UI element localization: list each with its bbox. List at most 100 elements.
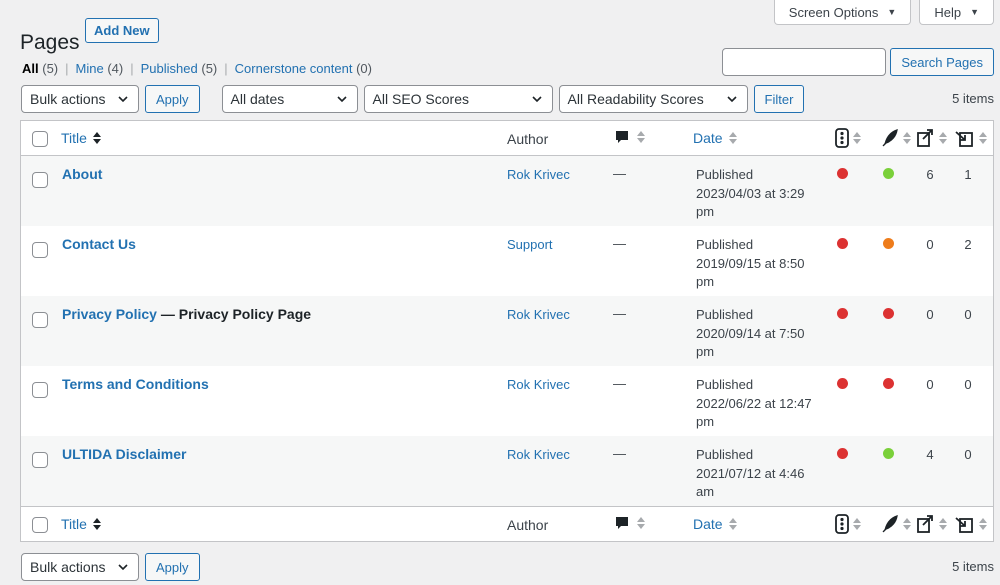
- sort-incoming-links[interactable]: [955, 514, 987, 534]
- sort-readability-score[interactable]: [881, 128, 911, 148]
- page-title-link[interactable]: About: [62, 166, 102, 182]
- tablenav-top: Bulk actions Apply All dates All SEO Sco…: [21, 85, 805, 113]
- table-row: Terms and Conditions Rok Krivec — Published…: [21, 366, 993, 436]
- outgoing-links-icon: [917, 515, 933, 533]
- date-status: Published: [696, 447, 754, 462]
- column-author: Author: [507, 131, 549, 147]
- sort-indicator-icon: [92, 132, 101, 144]
- date-value: 2019/09/15 at 8:50: [696, 255, 805, 271]
- row-checkbox[interactable]: [32, 452, 48, 468]
- items-count: 5 items: [952, 91, 994, 106]
- view-cornerstone[interactable]: Cornerstone content (0): [235, 61, 372, 76]
- dates-select[interactable]: All dates: [221, 85, 358, 113]
- date-cell: Published 2021/07/12 at 4:46 am: [696, 446, 826, 502]
- readability-score-dot: [883, 448, 894, 459]
- page-title-link[interactable]: Terms and Conditions: [62, 376, 209, 392]
- author-link[interactable]: Rok Krivec: [507, 167, 570, 182]
- row-checkbox[interactable]: [32, 242, 48, 258]
- sort-outgoing-links[interactable]: [915, 514, 947, 534]
- row-checkbox[interactable]: [32, 382, 48, 398]
- screen-options-label: Screen Options: [788, 4, 879, 20]
- sort-incoming-links[interactable]: [955, 128, 987, 148]
- sort-indicator-icon: [939, 518, 947, 530]
- sort-seo-score[interactable]: [835, 128, 861, 148]
- help-button[interactable]: Help ▼: [919, 0, 994, 25]
- author-link[interactable]: Rok Krivec: [507, 307, 570, 322]
- sort-seo-score[interactable]: [835, 514, 861, 534]
- chevron-down-icon: [726, 96, 737, 103]
- comment-count: —: [613, 236, 626, 251]
- row-checkbox[interactable]: [32, 312, 48, 328]
- seo-score-dot: [837, 378, 848, 389]
- apply-button[interactable]: Apply: [145, 85, 200, 113]
- date-ampm: pm: [696, 204, 715, 219]
- comment-bubble-icon: [616, 131, 628, 143]
- readability-score-dot: [883, 378, 894, 389]
- sort-comments[interactable]: [615, 130, 645, 144]
- date-value: 2022/06/22 at 12:47: [696, 395, 812, 411]
- add-new-button[interactable]: Add New: [85, 18, 159, 43]
- separator: |: [65, 61, 69, 76]
- date-value: 2021/07/12 at 4:46: [696, 465, 805, 481]
- date-cell: Published 2023/04/03 at 3:29 pm: [696, 166, 826, 222]
- sort-title[interactable]: Title: [61, 130, 101, 146]
- chevron-down-icon: [118, 96, 128, 103]
- sort-date[interactable]: Date: [693, 130, 737, 146]
- seo-scores-select[interactable]: All SEO Scores: [363, 85, 553, 113]
- apply-button[interactable]: Apply: [145, 553, 200, 581]
- page-title-link[interactable]: Contact Us: [62, 236, 136, 252]
- view-all[interactable]: All (5): [22, 61, 58, 76]
- date-ampm: am: [696, 484, 715, 499]
- column-title-label: Title: [61, 130, 87, 146]
- feather-pen-icon: [882, 515, 898, 533]
- author-link[interactable]: Rok Krivec: [507, 377, 570, 392]
- row-checkbox[interactable]: [32, 172, 48, 188]
- page-title-link[interactable]: ULTIDA Disclaimer: [62, 446, 186, 462]
- sort-indicator-icon: [637, 131, 645, 143]
- sort-outgoing-links[interactable]: [915, 128, 947, 148]
- bulk-actions-value: Bulk actions: [30, 559, 106, 575]
- feather-pen-icon: [882, 129, 898, 147]
- chevron-down-icon: [336, 96, 347, 103]
- table-row: Privacy Policy — Privacy Policy Page Rok …: [21, 296, 993, 366]
- outgoing-links-count: 6: [926, 167, 934, 182]
- bulk-actions-select[interactable]: Bulk actions: [21, 85, 139, 113]
- bulk-actions-select[interactable]: Bulk actions: [21, 553, 139, 581]
- traffic-light-icon: [835, 514, 849, 534]
- sort-date[interactable]: Date: [693, 516, 737, 532]
- bulk-actions-value: Bulk actions: [30, 91, 106, 107]
- author-link[interactable]: Rok Krivec: [507, 447, 570, 462]
- sort-title[interactable]: Title: [61, 516, 101, 532]
- outgoing-links-count: 0: [926, 307, 934, 322]
- comment-count: —: [613, 446, 626, 461]
- date-cell: Published 2020/09/14 at 7:50 pm: [696, 306, 826, 362]
- sort-indicator-icon: [637, 517, 645, 529]
- sort-readability-score[interactable]: [881, 514, 911, 534]
- page-title: Pages: [20, 31, 80, 55]
- readability-scores-select[interactable]: All Readability Scores: [558, 85, 748, 113]
- comment-count: —: [613, 376, 626, 391]
- table-row: Contact Us Support — Published 2019/09/15 at…: [21, 226, 993, 296]
- sort-comments[interactable]: [615, 516, 645, 530]
- incoming-links-count: 0: [964, 447, 972, 462]
- search-pages-button[interactable]: Search Pages: [890, 48, 994, 76]
- select-all-checkbox[interactable]: [32, 131, 48, 147]
- items-count: 5 items: [952, 559, 994, 574]
- search-input[interactable]: [722, 48, 887, 76]
- comment-count: —: [613, 166, 626, 181]
- view-published[interactable]: Published (5): [141, 61, 218, 76]
- table-header: Title Author Date: [21, 121, 993, 156]
- comment-bubble-icon: [616, 517, 628, 529]
- view-mine[interactable]: Mine (4): [76, 61, 124, 76]
- author-link[interactable]: Support: [507, 237, 553, 252]
- date-ampm: pm: [696, 414, 715, 429]
- seo-score-dot: [837, 448, 848, 459]
- readability-score-dot: [883, 308, 894, 319]
- select-all-checkbox[interactable]: [32, 517, 48, 533]
- screen-options-button[interactable]: Screen Options ▼: [773, 0, 912, 25]
- date-cell: Published 2022/06/22 at 12:47 pm: [696, 376, 826, 432]
- page-title-link[interactable]: Privacy Policy — Privacy Policy Page: [62, 306, 311, 322]
- date-cell: Published 2019/09/15 at 8:50 pm: [696, 236, 826, 292]
- dates-value: All dates: [230, 91, 285, 107]
- filter-button[interactable]: Filter: [753, 85, 805, 113]
